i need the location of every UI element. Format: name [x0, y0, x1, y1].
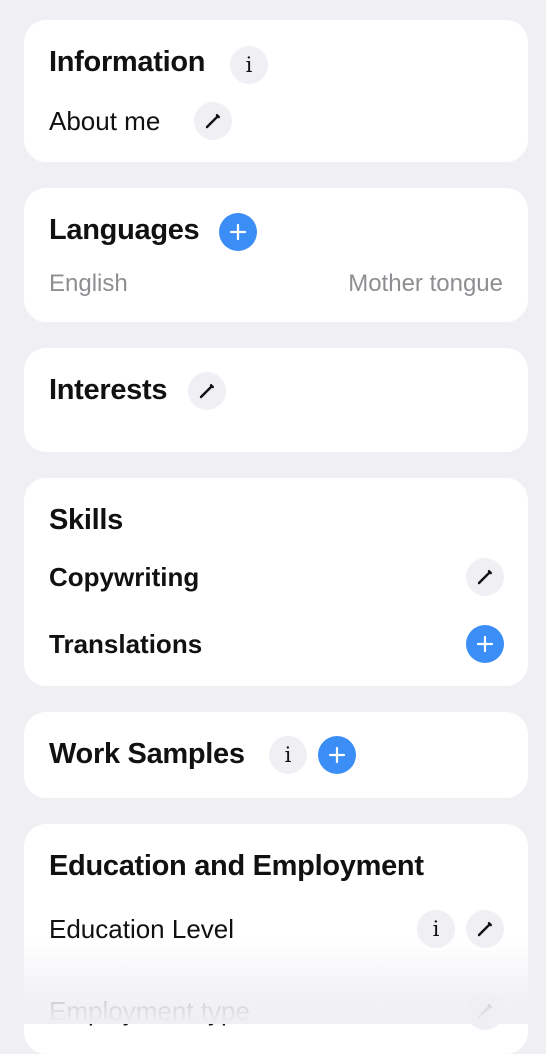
add-language-button[interactable] — [219, 213, 257, 251]
employment-type-edit-button[interactable] — [466, 992, 504, 1030]
interests-card: Interests — [24, 348, 528, 452]
languages-card: Languages English Mother tongue — [24, 188, 528, 322]
info-icon: i — [284, 742, 292, 767]
education-level-info-button[interactable]: i — [417, 910, 455, 948]
work-samples-info-button[interactable]: i — [269, 736, 307, 774]
skill-copywriting-label: Copywriting — [49, 562, 200, 592]
plus-icon — [476, 635, 494, 653]
pencil-icon — [477, 1004, 492, 1019]
pencil-icon — [199, 384, 214, 399]
skills-title: Skills — [49, 504, 123, 536]
education-level-edit-button[interactable] — [466, 910, 504, 948]
education-card: Education and Employment Education Level… — [24, 824, 528, 1054]
work-samples-card: Work Samples i — [24, 712, 528, 798]
language-level: Mother tongue — [348, 270, 503, 297]
information-title: Information — [49, 46, 206, 78]
add-work-sample-button[interactable] — [318, 736, 356, 774]
plus-icon — [229, 223, 247, 241]
employment-type-label: Employment type — [49, 996, 250, 1026]
information-card: Information i About me — [24, 20, 528, 162]
copywriting-edit-button[interactable] — [466, 558, 504, 596]
pencil-icon — [477, 922, 492, 937]
about-me-edit-button[interactable] — [194, 102, 232, 140]
pencil-icon — [205, 114, 220, 129]
information-info-button[interactable]: i — [230, 46, 268, 84]
info-icon: i — [245, 52, 253, 77]
about-me-label: About me — [49, 106, 161, 136]
education-level-label: Education Level — [49, 914, 235, 944]
skill-translations-label: Translations — [49, 629, 203, 659]
education-title: Education and Employment — [49, 850, 424, 882]
info-icon: i — [432, 916, 440, 941]
skills-card: Skills Copywriting Translations — [24, 478, 528, 686]
languages-title: Languages — [49, 214, 200, 246]
interests-edit-button[interactable] — [188, 372, 226, 410]
language-name: English — [49, 270, 128, 297]
work-samples-title: Work Samples — [49, 738, 245, 770]
pencil-icon — [477, 570, 492, 585]
interests-title: Interests — [49, 374, 168, 406]
plus-icon — [328, 746, 346, 764]
add-translation-button[interactable] — [466, 625, 504, 663]
